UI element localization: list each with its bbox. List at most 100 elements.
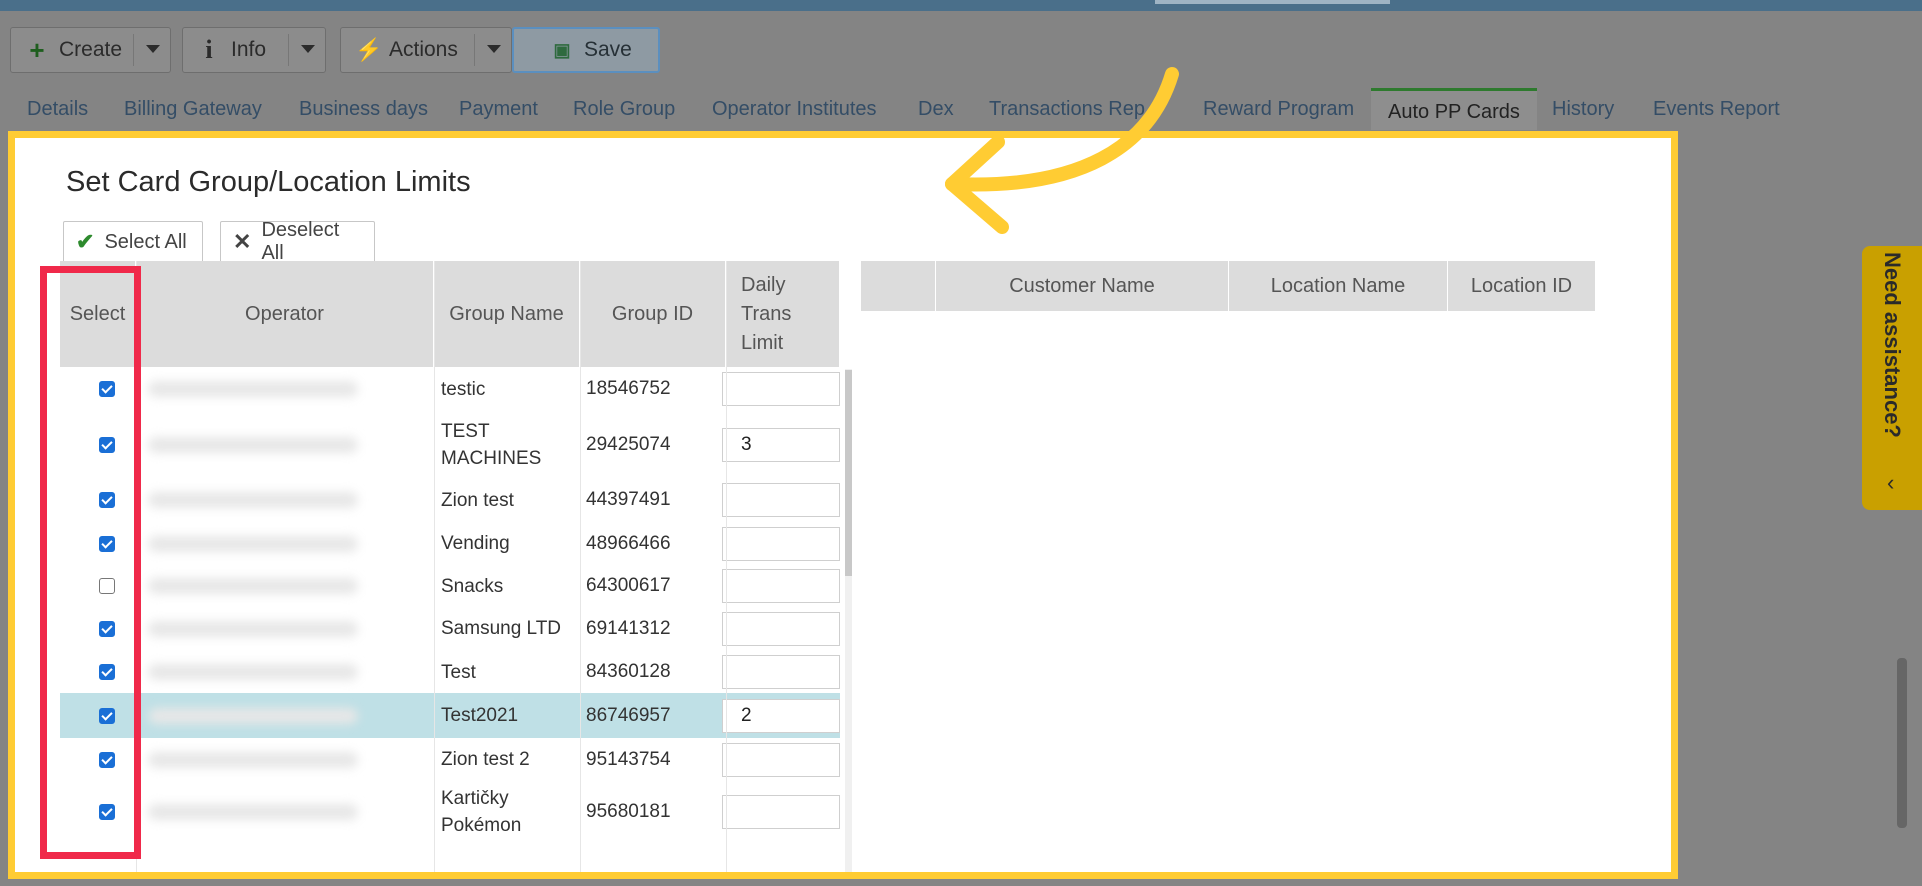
operator-name-redacted [148, 535, 358, 552]
group-id-cell: 29425074 [586, 434, 671, 455]
tab-billing-gateway[interactable]: Billing Gateway [124, 98, 262, 121]
deselect-all-button[interactable]: ✕ Deselect All [220, 219, 375, 264]
create-label: Create [59, 38, 123, 61]
daily-limit-input[interactable] [722, 742, 840, 777]
table-row[interactable]: Kartičky Pokémon 95680181 [60, 781, 840, 843]
table-scrollbar-thumb[interactable] [845, 370, 852, 576]
tab-operator-institutes[interactable]: Operator Institutes [712, 98, 877, 121]
group-name-cell: Test [441, 661, 476, 683]
table-row[interactable]: testic 18546752 [60, 367, 840, 411]
save-label: Save [584, 38, 632, 61]
column-header-daily-trans-limit[interactable]: Daily Trans Limit [726, 261, 840, 367]
tab-details[interactable]: Details [27, 98, 88, 121]
group-name-cell: TEST MACHINES [441, 421, 542, 469]
column-header-blank [861, 261, 936, 311]
group-name-cell: Kartičky Pokémon [441, 788, 522, 836]
tab-events-report[interactable]: Events Report [1653, 98, 1780, 121]
daily-limit-input[interactable] [722, 483, 840, 517]
lightning-icon: ⚡ [355, 37, 383, 62]
dialog-title: Set Card Group/Location Limits [66, 166, 471, 198]
group-id-cell: 86746957 [586, 704, 671, 726]
daily-limit-input[interactable]: 2 [722, 698, 840, 733]
operator-name-redacted [148, 437, 358, 453]
top-bar-indicator [1155, 0, 1390, 4]
daily-limit-input[interactable] [722, 372, 840, 406]
chevron-down-icon[interactable] [301, 45, 315, 53]
info-label: Info [231, 38, 267, 61]
daily-limit-input[interactable] [722, 569, 840, 603]
operator-name-redacted [148, 381, 358, 397]
need-assistance-label: Need assistance? [1880, 252, 1905, 438]
save-button[interactable]: ▣ Save [512, 27, 660, 73]
info-button[interactable]: i Info [182, 27, 326, 73]
chevron-down-icon[interactable] [146, 45, 160, 53]
group-id-cell: 95680181 [586, 801, 671, 822]
column-header-operator[interactable]: Operator [136, 261, 434, 367]
tab-role-group[interactable]: Role Group [573, 98, 675, 121]
operator-name-redacted [148, 751, 358, 768]
daily-limit-input[interactable] [722, 655, 840, 689]
daily-limit-input[interactable] [722, 611, 840, 646]
table-row[interactable]: Zion test 2 95143754 [60, 738, 840, 781]
group-name-cell: Test2021 [441, 705, 519, 726]
column-divider [726, 261, 727, 872]
group-id-cell: 95143754 [586, 748, 671, 770]
table-row[interactable]: Test2021 86746957 2 [60, 693, 840, 738]
group-name-cell: Zion test 2 [441, 749, 530, 770]
group-name-cell: Samsung LTD [441, 618, 562, 639]
page-scrollbar[interactable] [1897, 658, 1907, 828]
group-id-cell: 69141312 [586, 617, 671, 639]
chevron-down-icon[interactable] [487, 45, 501, 53]
operator-name-redacted [148, 578, 358, 594]
operator-name-redacted [148, 664, 358, 680]
group-id-cell: 18546752 [586, 378, 671, 399]
operator-name-redacted [148, 620, 358, 637]
create-button[interactable]: + Create [10, 27, 171, 73]
column-header-customer-name[interactable]: Customer Name [936, 261, 1229, 311]
tab-reward-program[interactable]: Reward Program [1203, 98, 1354, 121]
daily-limit-input[interactable] [722, 795, 840, 829]
column-header-location-id[interactable]: Location ID [1448, 261, 1596, 311]
tab-auto-pp-cards[interactable]: Auto PP Cards [1371, 88, 1537, 130]
tab-history[interactable]: History [1552, 98, 1614, 121]
card-group-limits-dialog: Set Card Group/Location Limits ✔ Select … [8, 131, 1678, 879]
actions-label: Actions [389, 38, 458, 61]
column-header-group-name[interactable]: Group Name [434, 261, 580, 367]
group-id-cell: 64300617 [586, 575, 671, 596]
operator-name-redacted [148, 707, 358, 724]
select-all-button[interactable]: ✔ Select All [63, 221, 203, 263]
tab-business-days[interactable]: Business days [299, 98, 428, 121]
column-header-group-id[interactable]: Group ID [580, 261, 726, 367]
group-name-cell: Vending [441, 533, 510, 554]
table-row[interactable]: Samsung LTD 69141312 [60, 606, 840, 651]
table-row[interactable]: Vending 48966466 [60, 521, 840, 566]
column-divider [580, 261, 581, 872]
chevron-left-icon: ‹ [1887, 470, 1895, 495]
close-icon: ✕ [233, 229, 252, 254]
table-row[interactable]: Snacks 64300617 [60, 566, 840, 606]
group-name-cell: testic [441, 378, 486, 400]
column-divider [434, 261, 435, 872]
select-all-label: Select All [104, 230, 187, 253]
table-row[interactable]: Zion test 44397491 [60, 479, 840, 521]
operator-name-redacted [148, 492, 358, 508]
card-group-table: Select Operator Group Name Group ID Dail… [60, 261, 840, 872]
daily-limit-input[interactable] [722, 526, 840, 561]
checkmark-icon: ✔ [76, 229, 95, 254]
group-id-cell: 48966466 [586, 532, 671, 554]
tab-payment[interactable]: Payment [459, 98, 538, 121]
curved-arrow-annotation [945, 67, 1179, 234]
column-header-location-name[interactable]: Location Name [1229, 261, 1448, 311]
info-icon: i [205, 35, 213, 64]
actions-button[interactable]: ⚡ Actions [340, 27, 512, 73]
operator-name-redacted [148, 804, 358, 820]
deselect-all-label: Deselect All [261, 219, 340, 264]
floppy-disk-icon: ▣ [553, 39, 571, 60]
location-table-header: Customer Name Location Name Location ID [861, 261, 1596, 311]
table-row[interactable]: Test 84360128 [60, 651, 840, 693]
app-top-bar [0, 0, 1922, 11]
table-row[interactable]: TEST MACHINES 29425074 3 [60, 411, 840, 479]
daily-limit-input[interactable]: 3 [722, 428, 840, 462]
group-name-cell: Zion test [441, 489, 514, 511]
group-id-cell: 84360128 [586, 661, 671, 682]
